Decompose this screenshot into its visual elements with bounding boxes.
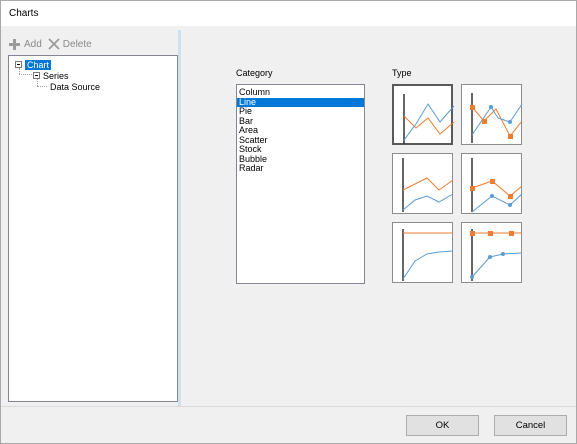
- type-option-stacked-line[interactable]: [392, 153, 454, 214]
- category-item-pie[interactable]: Pie: [237, 106, 364, 117]
- type-option-stacked-line-markers[interactable]: [461, 153, 523, 214]
- chart-tree[interactable]: Chart Series Data Source: [8, 55, 178, 402]
- add-label: Add: [24, 38, 42, 50]
- collapse-icon[interactable]: [33, 72, 40, 79]
- tree-label-data-source: Data Source: [50, 81, 101, 92]
- delete-label: Delete: [62, 38, 92, 50]
- delete-icon: [48, 38, 60, 50]
- window-title: Charts: [9, 8, 39, 19]
- toolbar: Add Delete: [8, 35, 92, 53]
- tree-node-data-source[interactable]: Data Source: [50, 81, 100, 92]
- footer-divider: [1, 406, 576, 407]
- cancel-button[interactable]: Cancel: [494, 415, 567, 436]
- splitter[interactable]: [178, 30, 181, 407]
- type-option-line-markers[interactable]: [461, 84, 523, 145]
- add-button[interactable]: Add: [8, 38, 42, 51]
- tree-connector: [19, 74, 32, 75]
- tree-node-chart[interactable]: Chart: [15, 59, 52, 70]
- tree-node-series[interactable]: Series: [33, 70, 69, 81]
- type-option-100-stacked-line-markers[interactable]: [461, 222, 523, 283]
- category-item-radar[interactable]: Radar: [237, 163, 364, 174]
- collapse-icon[interactable]: [15, 61, 22, 68]
- type-label: Type: [392, 68, 412, 78]
- tree-label-series: Series: [43, 70, 69, 81]
- type-option-line[interactable]: [392, 84, 455, 145]
- title-bar: Charts: [0, 0, 577, 26]
- category-label: Category: [236, 68, 273, 78]
- tree-connector: [37, 86, 47, 87]
- delete-button[interactable]: Delete: [48, 38, 92, 50]
- type-option-100-stacked-line[interactable]: [392, 222, 454, 283]
- add-icon: [9, 38, 20, 50]
- category-list[interactable]: Column Line Pie Bar Area Scatter Stock Bubble Ra…: [236, 84, 365, 284]
- category-item-column[interactable]: Column: [237, 87, 364, 98]
- tree-connector: [37, 79, 38, 86]
- ok-button[interactable]: OK: [406, 415, 479, 436]
- category-item-line[interactable]: Line: [237, 97, 364, 107]
- tree-label-chart: Chart: [25, 59, 52, 70]
